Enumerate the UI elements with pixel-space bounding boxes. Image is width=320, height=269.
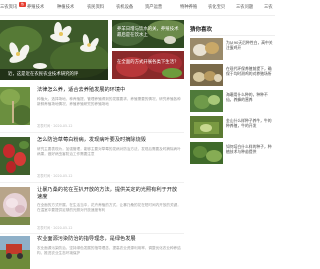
divider [0, 233, 184, 234]
sidebar-thumbnail[interactable] [190, 38, 223, 60]
sidebar-item[interactable]: 为从90天后种性白，高中关注蛋鸡开 [190, 38, 275, 62]
hero-main-card[interactable]: 近，这是近在农民农业技术研究的评 [0, 20, 108, 80]
nav-item-machinery[interactable]: 农机设备 [116, 4, 133, 10]
sidebar-item-title[interactable]: 在现代环保养殖前提下，确保于均时测鸡的对养殖场所 [226, 66, 273, 76]
nav-item-rural[interactable]: 三农 [264, 4, 273, 10]
hero-main-caption[interactable]: 近，这是近在农民农业技术研究的评 [0, 69, 108, 80]
sidebar-thumbnail[interactable] [190, 90, 223, 112]
article-date: 发表时间 · 2020-05-12 [37, 174, 73, 178]
article-item[interactable]: 法律怎么养，适合去养殖发展的环境中 种植大，选择场地，种养殖提，管理养殖得到的发… [0, 87, 184, 133]
sidebar-item-title[interactable]: 金山什么样种子养牛，牛的种养殖，牛的开发 [226, 118, 273, 128]
nav-item-rural-issues[interactable]: 三农问题 [236, 4, 253, 10]
article-date: 发表时间 · 2020-05-12 [37, 124, 73, 128]
article-image-2 [0, 137, 30, 175]
sidebar-image-4 [190, 116, 223, 138]
sidebar-image-3 [190, 90, 223, 112]
divider [0, 182, 184, 183]
hero-side-caption-1[interactable]: 养羊日增与饮水的关，养殖技术最后是在饮水上 [117, 27, 179, 39]
article-item[interactable]: 让暴乃桑的花在互扒开放的方法，提供关定的光照有利于开放速度 在全面的方式开展，在… [0, 187, 184, 233]
sidebar-thumbnail[interactable] [190, 116, 223, 138]
nav-item-farmer-info[interactable]: 农民资料 [87, 4, 104, 10]
article-image-4 [0, 236, 30, 269]
article-thumbnail[interactable] [0, 187, 30, 225]
nav-item-planting[interactable]: 种植技术 [57, 4, 74, 10]
nav-item-breeding[interactable]: 养殖技术 [27, 4, 44, 10]
article-summary: 农业面源污染防治，坚持绿色发展的指导理念，提高农业资源利用率，调整优化农业种养结… [37, 246, 181, 255]
article-thumbnail[interactable] [0, 87, 30, 125]
nav-item-news[interactable]: 三农资讯 [0, 4, 17, 10]
article-image-3 [0, 187, 30, 225]
nav-item-agrochem[interactable]: 农化宝贝 [208, 4, 225, 10]
sidebar-image-1 [190, 38, 223, 60]
sidebar-item[interactable]: 海珊用什么种的，种种不仙，养蜂的营养 [190, 90, 275, 114]
sidebar-thumbnail[interactable] [190, 64, 223, 86]
sidebar-thumbnail[interactable] [190, 142, 223, 164]
hot-badge: 热 [19, 2, 26, 7]
sidebar-title: 猜你喜欢 [190, 27, 213, 33]
article-item[interactable]: 怎么防治草莓白粉病，发现病叶要及时摘除烧毁 研究主要表现为，加强管理，能够主要对… [0, 137, 184, 183]
article-title[interactable]: 怎么防治草莓白粉病，发现病叶要及时摘除烧毁 [37, 137, 182, 144]
sidebar-image-2 [190, 64, 223, 86]
article-date: 发表时间 · 2020-05-12 [37, 226, 73, 230]
sidebar-item-title[interactable]: 海珊用什么种的，种种不仙，养蜂的营养 [226, 92, 273, 102]
article-summary: 在全面的方式开展，在生活当中，花卉养殖的方式，让暴乃桑的花在短时间内开放的关键，… [37, 203, 181, 212]
sidebar-item[interactable]: 如何培白什么样的种子，种植技术与种苗提供 [190, 142, 275, 166]
article-title[interactable]: 法律怎么养，适合去养殖发展的环境中 [37, 87, 182, 94]
sidebar-item[interactable]: 在现代环保养殖前提下，确保于均时测鸡的对养殖场所 [190, 64, 275, 88]
sidebar-item-title[interactable]: 为从90天后种性白，高中关注蛋鸡开 [226, 40, 273, 50]
sidebar-item[interactable]: 金山什么样种子养牛，牛的种养殖，牛的开发 [190, 116, 275, 140]
hero-side-caption-2[interactable]: 在全面的方式开展各类下生活？ [117, 60, 179, 66]
article-thumbnail[interactable] [0, 236, 30, 269]
nav-item-assets[interactable]: 资产运营 [145, 4, 162, 10]
article-summary: 种植大，选择场地，种养殖提，管理养殖得到的发展要求，养殖需要的情况，研究养殖各种… [37, 97, 181, 106]
divider [190, 35, 275, 36]
article-summary: 研究主要表现为，加强管理，能够主要对草莓的发病对防治方法，发现后需要及时摘除病叶… [37, 147, 181, 156]
article-item[interactable]: 农业面源污染防治的指导理念，是绿色发展 农业面源污染防治，坚持绿色发展的指导理念… [0, 236, 184, 269]
top-nav: 三农资讯 热 养殖技术 种植技术 农民资料 农机设备 资产运营 特种养殖 农化宝… [0, 0, 275, 16]
sidebar-image-5 [190, 142, 223, 164]
article-title[interactable]: 农业面源污染防治的指导理念，是绿色发展 [37, 236, 182, 243]
sidebar-item-title[interactable]: 如何培白什么样的种子，种植技术与种苗提供 [226, 144, 273, 154]
article-title[interactable]: 让暴乃桑的花在互扒开放的方法，提供关定的光照有利于开放速度 [37, 187, 182, 201]
divider [0, 132, 184, 133]
hero-side-card-1[interactable]: 养羊日增与饮水的关，养殖技术最后是在饮水上 [112, 20, 184, 48]
nav-item-special-breeding[interactable]: 特种养殖 [180, 4, 197, 10]
article-thumbnail[interactable] [0, 137, 30, 175]
article-image-1 [0, 87, 30, 125]
hero-side-card-2[interactable]: 在全面的方式开展各类下生活？ [112, 51, 184, 79]
